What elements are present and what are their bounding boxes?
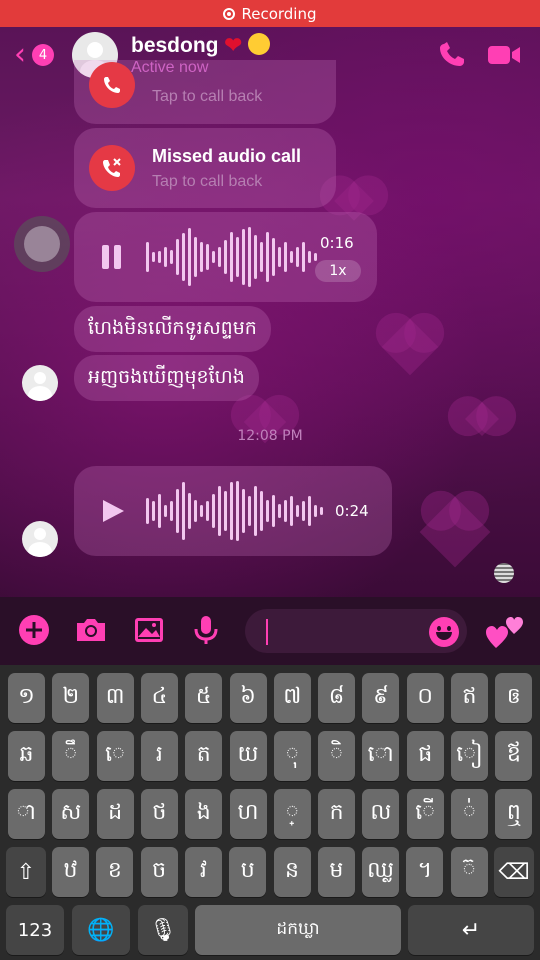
key-character[interactable]: ៊ <box>450 847 488 897</box>
key-character[interactable]: ើ <box>406 789 444 839</box>
key-character[interactable]: ៨ <box>318 673 356 723</box>
audio-waveform[interactable] <box>146 478 323 544</box>
key-character[interactable]: ៧ <box>273 673 311 723</box>
heart-decoration <box>419 496 491 568</box>
playback-speed-button[interactable]: 1x <box>315 260 361 282</box>
key-character[interactable]: ថ <box>140 789 178 839</box>
heart-decoration <box>381 318 439 376</box>
key-character[interactable]: ៩ <box>362 673 400 723</box>
key-character[interactable]: ៥ <box>185 673 223 723</box>
key-character[interactable]: ស <box>52 789 90 839</box>
camera-icon[interactable] <box>74 613 108 647</box>
key-character[interactable]: ន <box>273 847 311 897</box>
text-message[interactable]: អញចងឃើញមុខហែង <box>74 355 259 401</box>
voice-duration: 0:24 <box>335 502 369 520</box>
key-character[interactable]: ោ <box>362 731 400 781</box>
key-character[interactable]: ង <box>185 789 223 839</box>
key-character[interactable]: ឹ <box>52 731 90 781</box>
missed-call-title: Missed audio call <box>152 146 302 166</box>
key-character[interactable]: ខ <box>96 847 134 897</box>
pause-icon[interactable] <box>100 244 124 270</box>
key-character[interactable]: ឋ <box>52 847 89 897</box>
key-character[interactable]: ា <box>8 789 45 839</box>
key-character[interactable]: យ <box>229 731 267 781</box>
key-character[interactable]: ប <box>229 847 267 897</box>
voice-duration: 0:16 <box>320 234 354 252</box>
key-character[interactable]: ច <box>140 847 178 897</box>
video-call-icon[interactable] <box>486 40 522 70</box>
key-character[interactable]: ផ <box>406 731 444 781</box>
missed-call-icon <box>89 62 135 108</box>
shift-key[interactable]: ⇧ <box>6 847 46 897</box>
key-character[interactable]: ្ <box>273 789 311 839</box>
call-back-hint: Tap to call back <box>152 88 263 105</box>
voice-message[interactable]: 0:16 1x <box>74 212 377 302</box>
key-character[interactable]: ឆ <box>8 731 45 781</box>
seen-indicator <box>494 563 514 583</box>
emoji-icon[interactable] <box>429 617 459 647</box>
missed-call-message[interactable]: Missed audio call Tap to call back <box>74 128 336 208</box>
key-character[interactable]: ០ <box>406 673 444 723</box>
gallery-icon[interactable] <box>132 613 166 647</box>
key-character[interactable]: ១ <box>8 673 45 723</box>
key-character[interactable]: ២ <box>52 673 90 723</box>
assistive-touch-button[interactable] <box>14 216 70 272</box>
key-character[interactable]: ៦ <box>229 673 267 723</box>
dictation-mic-icon[interactable]: 🎙 <box>138 905 188 955</box>
voice-message[interactable]: 0:24 <box>74 466 392 556</box>
play-icon[interactable] <box>100 498 126 524</box>
key-character[interactable]: ៀ <box>451 731 488 781</box>
text-message[interactable]: ហែងមិនលើកទូរសព្ទមក <box>74 306 271 352</box>
quick-reaction-hearts-icon[interactable] <box>486 614 524 650</box>
key-character[interactable]: ិ <box>318 731 356 781</box>
recording-indicator[interactable]: Recording <box>0 0 540 27</box>
key-character[interactable]: ់ <box>451 789 488 839</box>
microphone-icon[interactable] <box>189 613 223 647</box>
delete-key[interactable]: ⌫ <box>494 847 534 897</box>
missed-call-icon <box>89 145 135 191</box>
contact-avatar-small[interactable] <box>22 521 58 557</box>
globe-icon[interactable]: 🌐 <box>72 905 130 955</box>
message-timestamp: 12:08 PM <box>237 428 303 444</box>
kiss-emoji-icon <box>247 33 270 55</box>
key-character[interactable]: ឥ <box>451 673 488 723</box>
key-character[interactable]: ត <box>185 731 223 781</box>
unread-count-badge[interactable]: 4 <box>32 44 54 66</box>
key-character[interactable]: ល <box>362 789 400 839</box>
key-character[interactable]: ។ <box>406 847 444 897</box>
numbers-key[interactable]: 123 <box>6 905 64 955</box>
audio-waveform[interactable] <box>146 224 317 290</box>
key-character[interactable]: ដ <box>96 789 134 839</box>
add-icon[interactable] <box>17 613 51 647</box>
contact-name[interactable]: besdong ❤ <box>131 33 270 58</box>
key-character[interactable]: រ <box>140 731 178 781</box>
key-character[interactable]: ក <box>318 789 356 839</box>
key-character[interactable]: ុ <box>273 731 311 781</box>
space-key[interactable]: ដកឃ្លា <box>195 905 401 955</box>
keyboard: ១២៣៤៥៦៧៨៩០ឥឲឆឹេរតយុិោផៀឪាសដថងហ្កលើ់ឮ ⇧ ឋខច… <box>0 665 540 960</box>
key-character[interactable]: ម <box>317 847 355 897</box>
heart-emoji-icon: ❤ <box>224 34 242 57</box>
contact-avatar-small[interactable] <box>22 365 58 401</box>
key-character[interactable]: ឈ្ល <box>362 847 400 897</box>
record-icon <box>223 7 236 20</box>
key-character[interactable]: ឪ <box>495 731 533 781</box>
key-character[interactable]: ៣ <box>96 673 134 723</box>
key-character[interactable]: ឲ <box>495 673 533 723</box>
key-character[interactable]: ហ <box>229 789 267 839</box>
text-caret <box>266 619 268 645</box>
key-character[interactable]: វ <box>184 847 222 897</box>
call-back-hint: Tap to call back <box>152 173 263 190</box>
phone-call-icon[interactable] <box>436 40 470 70</box>
key-character[interactable]: ៤ <box>140 673 178 723</box>
return-key[interactable]: ↵ <box>408 905 534 955</box>
missed-call-message[interactable]: Tap to call back <box>74 60 336 124</box>
key-character[interactable]: េ <box>96 731 134 781</box>
recording-label: Recording <box>241 4 317 23</box>
back-chevron-icon[interactable]: ‹ <box>14 40 34 70</box>
key-character[interactable]: ឮ <box>495 789 533 839</box>
